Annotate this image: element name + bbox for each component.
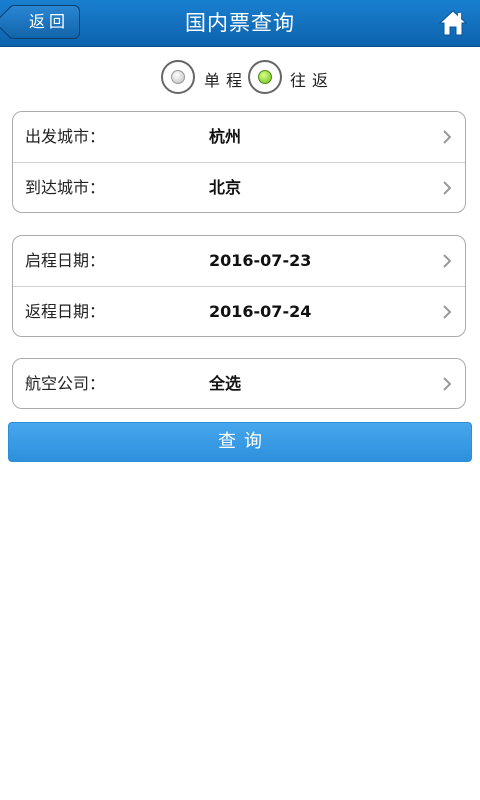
page-title: 国内票查询 [185, 11, 295, 35]
arrival-city-value: 北京 [209, 178, 242, 197]
departure-city-value: 杭州 [209, 127, 242, 146]
return-date-value: 2016-07-24 [209, 302, 312, 321]
chevron-right-icon [443, 181, 451, 195]
arrival-city-label: 到达城市： [25, 178, 106, 197]
radio-off-icon [171, 70, 185, 84]
chevron-right-icon [443, 305, 451, 319]
depart-date-row[interactable]: 启程日期： 2016-07-23 [13, 236, 465, 286]
arrival-city-row[interactable]: 到达城市： 北京 [13, 162, 465, 212]
round-trip-radio[interactable] [248, 60, 282, 94]
chevron-right-icon [443, 254, 451, 268]
airline-label: 航空公司： [25, 374, 106, 393]
home-icon[interactable] [438, 9, 468, 37]
radio-on-icon [258, 70, 272, 84]
one-way-radio[interactable] [161, 60, 195, 94]
depart-date-label: 启程日期： [25, 251, 106, 270]
chevron-right-icon [443, 130, 451, 144]
dates-group: 启程日期： 2016-07-23 返程日期： 2016-07-24 [12, 235, 466, 337]
route-group: 出发城市： 杭州 到达城市： 北京 [12, 111, 466, 213]
chevron-right-icon [443, 377, 451, 391]
airline-value: 全选 [209, 374, 242, 393]
trip-type-selector: 单程 往返 [0, 58, 480, 98]
return-date-row[interactable]: 返程日期： 2016-07-24 [13, 286, 465, 336]
round-trip-label[interactable]: 往返 [290, 67, 334, 91]
one-way-label[interactable]: 单程 [204, 67, 248, 91]
airline-row[interactable]: 航空公司： 全选 [13, 359, 465, 408]
header-bar: 返回 国内票查询 [0, 0, 480, 47]
airline-group: 航空公司： 全选 [12, 358, 466, 409]
depart-date-value: 2016-07-23 [209, 251, 312, 270]
departure-city-label: 出发城市： [25, 127, 106, 146]
query-button[interactable]: 查询 [8, 422, 472, 462]
return-date-label: 返程日期： [25, 302, 106, 321]
departure-city-row[interactable]: 出发城市： 杭州 [13, 112, 465, 162]
back-button-label: 返回 [28, 12, 69, 31]
